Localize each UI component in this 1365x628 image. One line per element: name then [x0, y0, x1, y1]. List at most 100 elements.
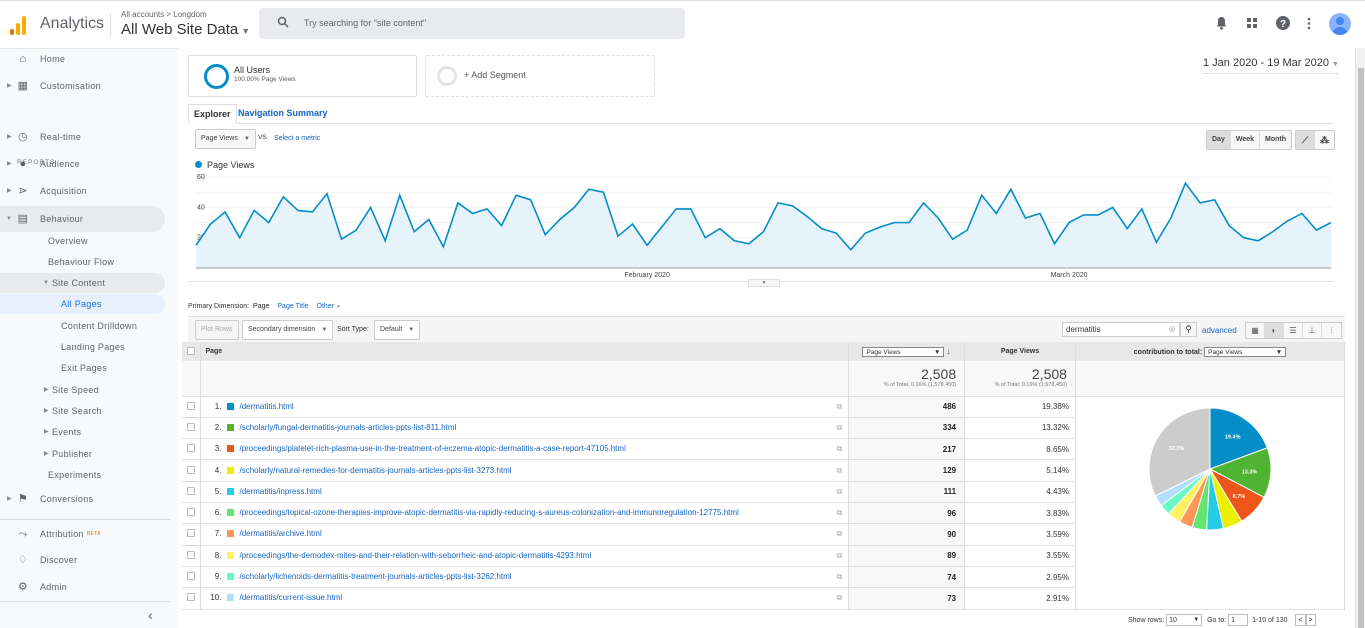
sidebar-item-events[interactable]: ▶ Events	[0, 422, 165, 442]
open-external-icon[interactable]: ⧉	[836, 487, 842, 497]
help-icon[interactable]: ?	[1276, 16, 1290, 30]
granularity-day[interactable]: Day	[1207, 131, 1231, 149]
sidebar-item-overview[interactable]: Overview	[0, 231, 165, 251]
sidebar-item-customisation[interactable]: ▶ ▦ Customisation	[0, 76, 165, 96]
dimension-page-title[interactable]: Page Title	[277, 303, 308, 310]
page-link[interactable]: /dermatitis.html	[239, 402, 293, 411]
row-checkbox[interactable]	[182, 438, 202, 461]
avatar[interactable]	[1329, 13, 1351, 35]
prev-page-button[interactable]: <	[1295, 614, 1306, 626]
sidebar-item-landing-pages[interactable]: Landing Pages	[0, 337, 165, 357]
date-range-picker[interactable]: 1 Jan 2020 - 19 Mar 2020 ▼	[1203, 57, 1339, 74]
open-external-icon[interactable]: ⧉	[836, 466, 842, 476]
goto-page-input[interactable]: 1	[1228, 614, 1249, 626]
page-link[interactable]: /dermatitis/current-issue.html	[239, 593, 342, 602]
row-checkbox[interactable]	[182, 502, 202, 525]
scrollbar[interactable]	[1355, 48, 1365, 628]
row-checkbox[interactable]	[182, 417, 202, 440]
sidebar-item-site-search[interactable]: ▶ Site Search	[0, 401, 165, 421]
property-selector[interactable]: All Web Site Data ▼	[121, 21, 250, 38]
page-link[interactable]: /dermatitis/archive.html	[239, 529, 321, 538]
granularity-week[interactable]: Week	[1231, 131, 1261, 149]
tab-navigation-summary[interactable]: Navigation Summary	[233, 104, 333, 124]
row-checkbox[interactable]	[182, 396, 202, 418]
sort-desc-icon[interactable]: ↓	[946, 346, 951, 356]
column-page-views[interactable]: Page Views	[964, 342, 1076, 361]
data-view-icon[interactable]: ▦	[1246, 323, 1265, 338]
sidebar-item-exit-pages[interactable]: Exit Pages	[0, 358, 165, 378]
column-page[interactable]: Page	[200, 342, 850, 361]
page-link[interactable]: /scholarly/lichenoids-dermatitis-treatme…	[239, 572, 511, 581]
open-external-icon[interactable]: ⧉	[836, 551, 842, 561]
sidebar-item-site-content[interactable]: ▼ Site Content	[0, 273, 165, 293]
sidebar-item-acquisition[interactable]: ▶ ⋗ Acquisition	[0, 181, 165, 201]
open-external-icon[interactable]: ⧉	[836, 508, 842, 518]
next-page-button[interactable]: >	[1305, 614, 1316, 626]
add-segment-button[interactable]: + Add Segment	[425, 55, 655, 97]
row-checkbox[interactable]	[182, 545, 202, 567]
tab-explorer[interactable]: Explorer	[188, 104, 237, 124]
sidebar-item-discover[interactable]: ♢ Discover	[0, 550, 165, 570]
sidebar-item-audience[interactable]: ▶ ● Audience	[0, 154, 165, 174]
sidebar-item-attribution[interactable]: ⤳ Attribution BETA	[0, 524, 165, 544]
row-checkbox[interactable]	[182, 523, 202, 546]
page-views-value: 90	[848, 523, 966, 546]
secondary-dimension-dropdown[interactable]: Secondary dimension ▼	[242, 320, 334, 340]
show-rows-select[interactable]: 10 ▼	[1166, 614, 1203, 626]
page-link[interactable]: /proceedings/platelet-rich-plasma-use-in…	[239, 444, 625, 453]
clear-icon[interactable]: ⊗	[1168, 323, 1176, 336]
sidebar-item-behaviour[interactable]: ▼ ▤ Behaviour	[0, 206, 165, 232]
segment-all-users[interactable]: All Users 100.00% Page Views	[188, 55, 417, 97]
open-external-icon[interactable]: ⧉	[836, 572, 842, 582]
open-external-icon[interactable]: ⧉	[836, 593, 842, 603]
line-chart-icon[interactable]: ⟋	[1296, 131, 1315, 149]
table-filter-input[interactable]: dermatitis ⊗	[1062, 322, 1180, 337]
performance-view-icon[interactable]: ☰	[1284, 323, 1303, 338]
row-checkbox[interactable]	[182, 587, 202, 610]
open-external-icon[interactable]: ⧉	[836, 529, 842, 539]
advanced-filter-link[interactable]: advanced	[1202, 326, 1237, 335]
page-link[interactable]: /dermatitis/inpress.html	[239, 487, 321, 496]
select-metric-link[interactable]: Select a metric	[274, 135, 320, 142]
account-breadcrumb[interactable]: All accounts > Longdom	[121, 10, 207, 19]
open-external-icon[interactable]: ⧉	[836, 402, 842, 412]
row-checkbox[interactable]	[182, 459, 202, 482]
chart-resize-handle[interactable]: ▼	[748, 279, 780, 287]
sidebar-item-publisher[interactable]: ▶ Publisher	[0, 444, 165, 464]
motion-chart-icon[interactable]: ⁂	[1315, 131, 1334, 149]
sidebar-item-behaviour-flow[interactable]: Behaviour Flow	[0, 252, 165, 272]
more-vert-icon[interactable]	[1307, 17, 1311, 30]
sidebar-item-content-drilldown[interactable]: Content Drilldown	[0, 316, 165, 336]
open-external-icon[interactable]: ⧉	[836, 444, 842, 454]
sidebar-item-all-pages[interactable]: All Pages	[0, 294, 165, 314]
select-all-checkbox[interactable]	[182, 342, 202, 361]
metric-selector[interactable]: Page Views ▼	[195, 129, 256, 149]
sidebar-item-admin[interactable]: ⚙ Admin	[0, 577, 165, 597]
sidebar-item-conversions[interactable]: ▶ ⚑ Conversions	[0, 489, 165, 509]
column-metric-selector[interactable]: Page Views ▼ ↓	[848, 342, 966, 361]
sort-type-dropdown[interactable]: Default ▼	[374, 320, 421, 340]
sidebar-item-realtime[interactable]: ▶ ◷ Real-time	[0, 127, 165, 147]
plot-rows-button[interactable]: Plot Rows	[195, 320, 239, 340]
comparison-view-icon[interactable]: ⊥	[1303, 323, 1322, 338]
search-icon[interactable]: ⚲	[1180, 322, 1197, 337]
granularity-month[interactable]: Month	[1260, 131, 1291, 149]
open-external-icon[interactable]: ⧉	[836, 423, 842, 433]
row-checkbox[interactable]	[182, 566, 202, 589]
percentage-view-icon[interactable]: ◐	[1265, 323, 1284, 338]
row-checkbox[interactable]	[182, 481, 202, 503]
search-bar[interactable]: Try searching for "site content"	[259, 8, 685, 39]
page-link[interactable]: /scholarly/fungal-dermatitis-journals-ar…	[239, 423, 456, 432]
scrollbar-thumb[interactable]	[1358, 68, 1364, 628]
page-link[interactable]: /proceedings/topical-ozone-therapies-imp…	[239, 508, 738, 517]
sidebar-item-home[interactable]: ⌂ Home	[0, 49, 165, 69]
page-link[interactable]: /scholarly/natural-remedies-for-dermatit…	[239, 466, 511, 475]
collapse-sidebar-icon[interactable]: ‹	[148, 607, 153, 623]
bell-icon[interactable]	[1215, 16, 1228, 30]
sidebar-item-site-speed[interactable]: ▶ Site Speed	[0, 380, 165, 400]
page-link[interactable]: /proceedings/the-demodex-mites-and-their…	[239, 551, 591, 560]
term-cloud-view-icon[interactable]: ⦙	[1322, 323, 1341, 338]
dimension-other[interactable]: Other ▼	[317, 303, 341, 310]
apps-icon[interactable]	[1247, 18, 1258, 29]
sidebar-item-experiments[interactable]: Experiments	[0, 465, 165, 485]
